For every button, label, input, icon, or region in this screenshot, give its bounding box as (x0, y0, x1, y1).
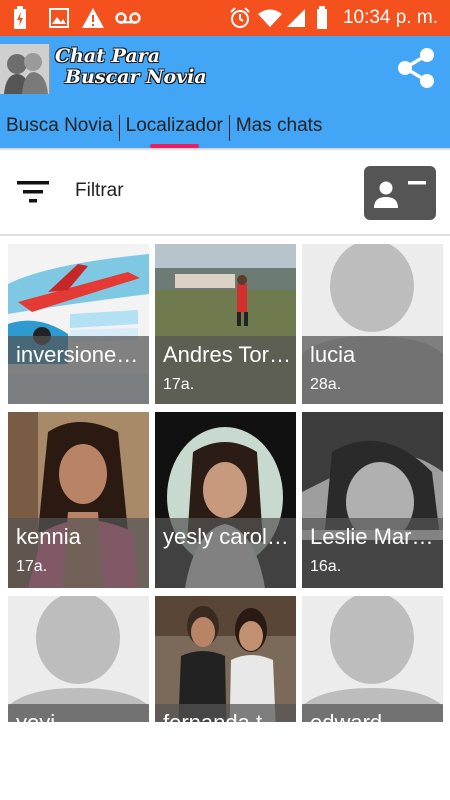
profile-card[interactable]: edward (302, 596, 443, 722)
image-icon (46, 0, 72, 36)
profile-name: fernanda t… (163, 710, 292, 722)
profile-overlay: Andres Tor… 17a. (155, 336, 296, 404)
profile-name: lucia (310, 342, 356, 367)
profile-grid: inversione… Andres Tor… 17a. lucia 28a. … (0, 244, 450, 722)
profile-card[interactable]: Andres Tor… 17a. (155, 244, 296, 404)
alarm-icon (228, 0, 252, 36)
tab-busca-novia[interactable]: Busca Novia (0, 108, 119, 148)
share-icon (398, 48, 434, 88)
tab-mas-chats[interactable]: Mas chats (230, 108, 329, 148)
profile-name: edward (310, 710, 439, 722)
app-logo (0, 44, 50, 94)
battery-charging-icon (10, 0, 30, 36)
profile-overlay: inversione… (8, 336, 149, 404)
profile-name: Leslie Mar… (310, 524, 434, 549)
share-button[interactable] (390, 42, 442, 94)
profile-name: inversione… (16, 342, 139, 367)
filter-icon[interactable] (16, 178, 50, 206)
tab-localizador[interactable]: Localizador (120, 108, 229, 148)
app-title-line1: Chat Para (55, 45, 161, 67)
profile-overlay: lucia 28a. (302, 336, 443, 404)
contact-card-button[interactable] (364, 166, 436, 220)
profile-overlay: fernanda t… (155, 704, 296, 722)
profile-name: yesly carol… (163, 524, 289, 549)
contact-card-icon (374, 181, 426, 208)
app-bar: Chat Para Buscar Novia (0, 36, 450, 108)
profile-name: Andres Tor… (163, 342, 291, 367)
profile-overlay: kennia 17a. (8, 518, 149, 588)
profile-age: 16a. (310, 558, 342, 575)
warning-icon (80, 0, 106, 36)
signal-icon (284, 0, 308, 36)
voicemail-icon (114, 0, 142, 36)
profile-age: 28a. (310, 376, 342, 393)
profile-card[interactable]: kennia 17a. (8, 412, 149, 588)
filter-label[interactable]: Filtrar (75, 180, 124, 202)
tab-bar: Busca Novia Localizador Mas chats (0, 108, 450, 148)
profile-name: yeyi (16, 710, 145, 722)
bottom-blank (0, 722, 450, 800)
filter-row: Filtrar (0, 152, 450, 234)
tabs-shadow (0, 148, 450, 151)
profile-overlay: edward (302, 704, 443, 722)
profile-overlay: yeyi (8, 704, 149, 722)
battery-icon (312, 0, 332, 36)
profile-overlay: Leslie Mar… 16a. (302, 518, 443, 588)
divider (0, 234, 450, 236)
profile-age: 17a. (16, 558, 48, 575)
profile-overlay: yesly carol… (155, 518, 296, 588)
profile-card[interactable]: fernanda t… (155, 596, 296, 722)
status-bar: 10:34 p. m. (0, 0, 450, 36)
app-title: Chat Para Buscar Novia (55, 46, 207, 88)
profile-card[interactable]: yesly carol… (155, 412, 296, 588)
profile-card[interactable]: Leslie Mar… 16a. (302, 412, 443, 588)
profile-card[interactable]: inversione… (8, 244, 149, 404)
profile-name: kennia (16, 524, 81, 549)
profile-age: 17a. (163, 376, 195, 393)
profile-card[interactable]: yeyi (8, 596, 149, 722)
wifi-icon (256, 0, 284, 36)
status-time: 10:34 p. m. (342, 7, 438, 28)
app-title-line2: Buscar Novia (65, 66, 207, 88)
profile-card[interactable]: lucia 28a. (302, 244, 443, 404)
